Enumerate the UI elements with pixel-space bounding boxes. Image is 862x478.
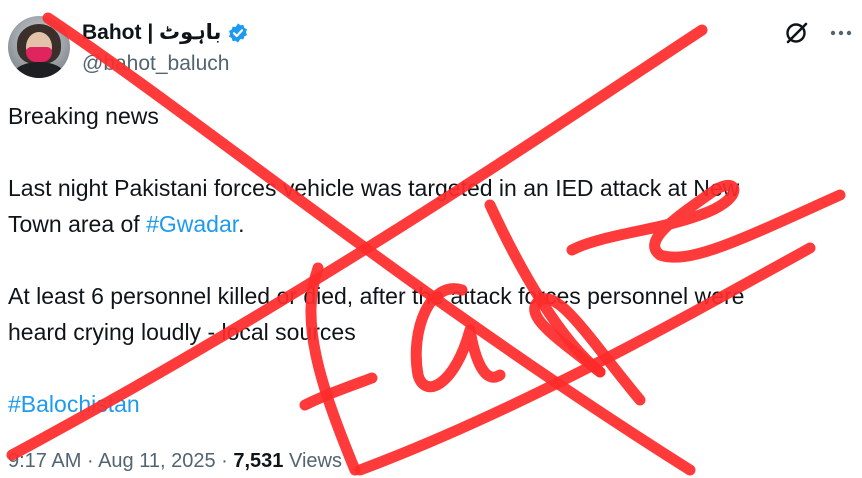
author-name-line: Bahot | باہوٹ [82,20,249,45]
tweet-line-breaking: Breaking news [8,103,159,129]
tweet-line-ied: Last night Pakistani forces vehicle was … [8,175,740,201]
grok-icon[interactable] [784,20,810,46]
tweet-actions [784,20,854,46]
more-horizontal-icon[interactable] [828,20,854,46]
hashtag-balochistan[interactable]: #Balochistan [8,391,140,417]
tweet-line-hashtag: #Balochistan [8,386,856,422]
hashtag-gwadar[interactable]: #Gwadar [146,211,238,237]
views-label: Views [283,450,342,472]
meta-separator: · [81,450,99,472]
tweet-date[interactable]: Aug 11, 2025 [98,450,216,472]
tweet-line-crying: heard crying loudly - local sources [8,319,356,345]
tweet-time[interactable]: 9:17 AM [8,450,81,472]
tweet-meta: 9:17 AM · Aug 11, 2025 · 7,531 Views [8,450,342,473]
tweet-header: Bahot | باہوٹ @bahot_baluch [8,14,854,80]
author-display-name[interactable]: Bahot | باہوٹ [82,20,221,45]
tweet-text: Breaking news Last night Pakistani force… [8,98,856,422]
author-handle[interactable]: @bahot_baluch [82,52,229,76]
views-count[interactable]: 7,531 [233,450,283,472]
tweet-line-town-prefix: Town area of [8,211,147,237]
tweet-line-personnel: At least 6 personnel killed or died, aft… [8,283,745,309]
meta-separator: · [215,450,234,472]
tweet-line-town-suffix: . [238,211,245,237]
verified-badge-icon [227,22,249,44]
avatar[interactable] [8,16,70,78]
tweet-line-town: Town area of #Gwadar. [8,206,856,242]
